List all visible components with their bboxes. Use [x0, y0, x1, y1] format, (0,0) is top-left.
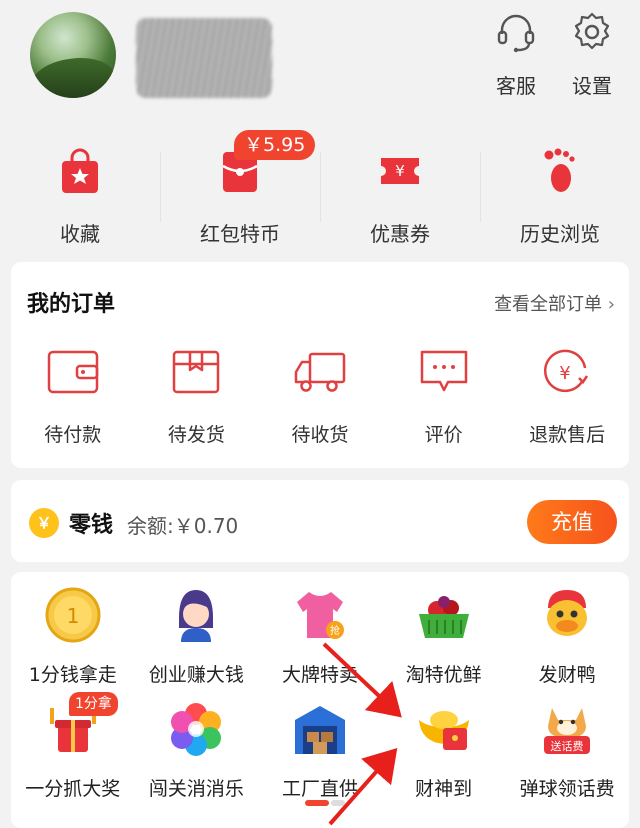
refund-after-sale-label: 退款售后 — [529, 424, 606, 446]
one-cent-coin-icon: 1 — [45, 587, 101, 643]
top-up-button[interactable]: 充值 — [527, 500, 617, 544]
divider — [160, 152, 161, 222]
view-all-orders-link[interactable]: 查看全部订单 › — [494, 290, 615, 316]
browsing-history-label: 历史浏览 — [520, 222, 600, 246]
package-icon — [173, 350, 220, 394]
comment-icon — [420, 350, 467, 392]
profile-header: 客服 设置 — [0, 0, 640, 120]
svg-text:¥: ¥ — [559, 363, 570, 384]
activities-row: 1分拿 一分抓大奖 闯关消消乐 工厂直供 财神到 送话费 弹球领话费 — [11, 692, 629, 801]
fruit-basket-icon — [418, 596, 469, 638]
gold-ingot-icon — [418, 711, 469, 750]
fortune-duck-button[interactable]: 发财鸭 — [505, 584, 629, 687]
settings-label: 设置 — [572, 74, 612, 98]
review-button[interactable]: 评价 — [382, 344, 506, 447]
divider — [320, 152, 321, 222]
customer-service-label: 客服 — [496, 74, 536, 98]
tshirt-icon: 抢 — [296, 592, 344, 639]
pending-payment-label: 待付款 — [44, 424, 102, 446]
duck-icon — [547, 590, 588, 636]
svg-text:抢: 抢 — [330, 624, 340, 637]
pinball-credit-button[interactable]: 送话费 弹球领话费 — [505, 698, 629, 801]
pending-payment-button[interactable]: 待付款 — [11, 344, 135, 447]
page-indicator — [305, 800, 345, 806]
shiba-icon: 送话费 — [544, 708, 591, 754]
factory-icon — [294, 706, 345, 754]
pinball-credit-label: 弹球领话费 — [519, 778, 615, 800]
quick-access-row: 收藏 红包特币 ¥ 优惠券 历史浏览 — [0, 122, 640, 252]
to-ship-label: 待发货 — [167, 424, 225, 446]
brand-sale-button[interactable]: 抢 大牌特卖 — [258, 584, 382, 687]
gear-icon — [574, 12, 610, 50]
customer-service-button[interactable]: 客服 — [486, 10, 546, 99]
to-receive-label: 待收货 — [291, 424, 349, 446]
activities-row: 1 1分钱拿走 创业赚大钱 抢 大牌特卖 淘特优鲜 发财鸭 — [11, 584, 629, 687]
brand-sale-label: 大牌特卖 — [281, 664, 358, 686]
divider — [480, 152, 481, 222]
favorite-bag-icon — [62, 148, 98, 193]
one-cent-take-label: 1分钱拿走 — [28, 664, 117, 686]
username-redacted — [136, 18, 272, 98]
coin-icon: ￥ — [29, 508, 59, 538]
god-of-wealth-button[interactable]: 财神到 — [382, 698, 506, 801]
avatar[interactable] — [30, 12, 116, 98]
page-indicator-inactive — [331, 800, 345, 806]
refund-after-sale-button[interactable]: ¥ 退款售后 — [505, 344, 629, 447]
my-orders-card: 我的订单 查看全部订单 › 待付款 待发货 待收货 评价 ¥ 退款售后 — [11, 262, 629, 468]
send-credit-tag: 送话费 — [551, 739, 584, 753]
match-game-label: 闯关消消乐 — [148, 778, 244, 800]
favorites-button[interactable]: 收藏 — [0, 122, 160, 252]
match-game-button[interactable]: 闯关消消乐 — [135, 698, 259, 801]
truck-icon — [294, 352, 346, 392]
wallet-title: 零钱 — [69, 513, 114, 538]
headset-icon — [497, 14, 535, 53]
view-all-orders-label: 查看全部订单 — [494, 294, 603, 315]
wallet-card[interactable]: ￥ 零钱 余额:￥0.70 充值 — [11, 480, 629, 562]
coupons-label: 优惠券 — [370, 222, 430, 246]
factory-direct-label: 工厂直供 — [281, 778, 358, 800]
to-ship-button[interactable]: 待发货 — [135, 344, 259, 447]
footprint-icon — [544, 148, 575, 192]
review-label: 评价 — [424, 424, 463, 446]
wallet-icon — [47, 350, 99, 394]
god-of-wealth-label: 财神到 — [415, 778, 473, 800]
browsing-history-button[interactable]: 历史浏览 — [480, 122, 640, 252]
one-cent-take-button[interactable]: 1 1分钱拿走 — [11, 584, 135, 687]
red-packet-balance-badge: ￥5.95 — [234, 130, 316, 160]
chevron-right-icon: › — [607, 294, 615, 315]
businesswoman-icon — [179, 590, 214, 642]
favorites-label: 收藏 — [60, 222, 100, 246]
pinwheel-icon — [171, 703, 222, 756]
activities-grid-card: 1 1分钱拿走 创业赚大钱 抢 大牌特卖 淘特优鲜 发财鸭 1分拿 一分抓大奖 … — [11, 572, 629, 828]
to-receive-button[interactable]: 待收货 — [258, 344, 382, 447]
one-cent-badge: 1分拿 — [69, 692, 118, 716]
red-packet-coins-label: 红包特币 — [200, 222, 280, 246]
wallet-balance: 余额:￥0.70 — [127, 514, 239, 538]
my-orders-title: 我的订单 — [27, 292, 116, 317]
taote-fresh-label: 淘特优鲜 — [405, 664, 482, 686]
coupons-button[interactable]: ¥ 优惠券 — [320, 122, 480, 252]
settings-button[interactable]: 设置 — [562, 10, 622, 99]
page-indicator-active — [305, 800, 329, 806]
coupon-icon: ¥ — [381, 158, 419, 184]
factory-direct-button[interactable]: 工厂直供 — [258, 698, 382, 801]
startup-earn-button[interactable]: 创业赚大钱 — [135, 584, 259, 687]
startup-earn-label: 创业赚大钱 — [148, 664, 244, 686]
refund-icon: ¥ — [544, 349, 589, 393]
svg-text:¥: ¥ — [395, 162, 405, 180]
fortune-duck-label: 发财鸭 — [538, 664, 596, 686]
grab-prize-label: 一分抓大奖 — [25, 778, 121, 800]
taote-fresh-button[interactable]: 淘特优鲜 — [382, 584, 506, 687]
svg-text:1: 1 — [66, 604, 79, 628]
grab-prize-button[interactable]: 1分拿 一分抓大奖 — [11, 692, 135, 801]
order-status-row: 待付款 待发货 待收货 评价 ¥ 退款售后 — [11, 344, 629, 447]
